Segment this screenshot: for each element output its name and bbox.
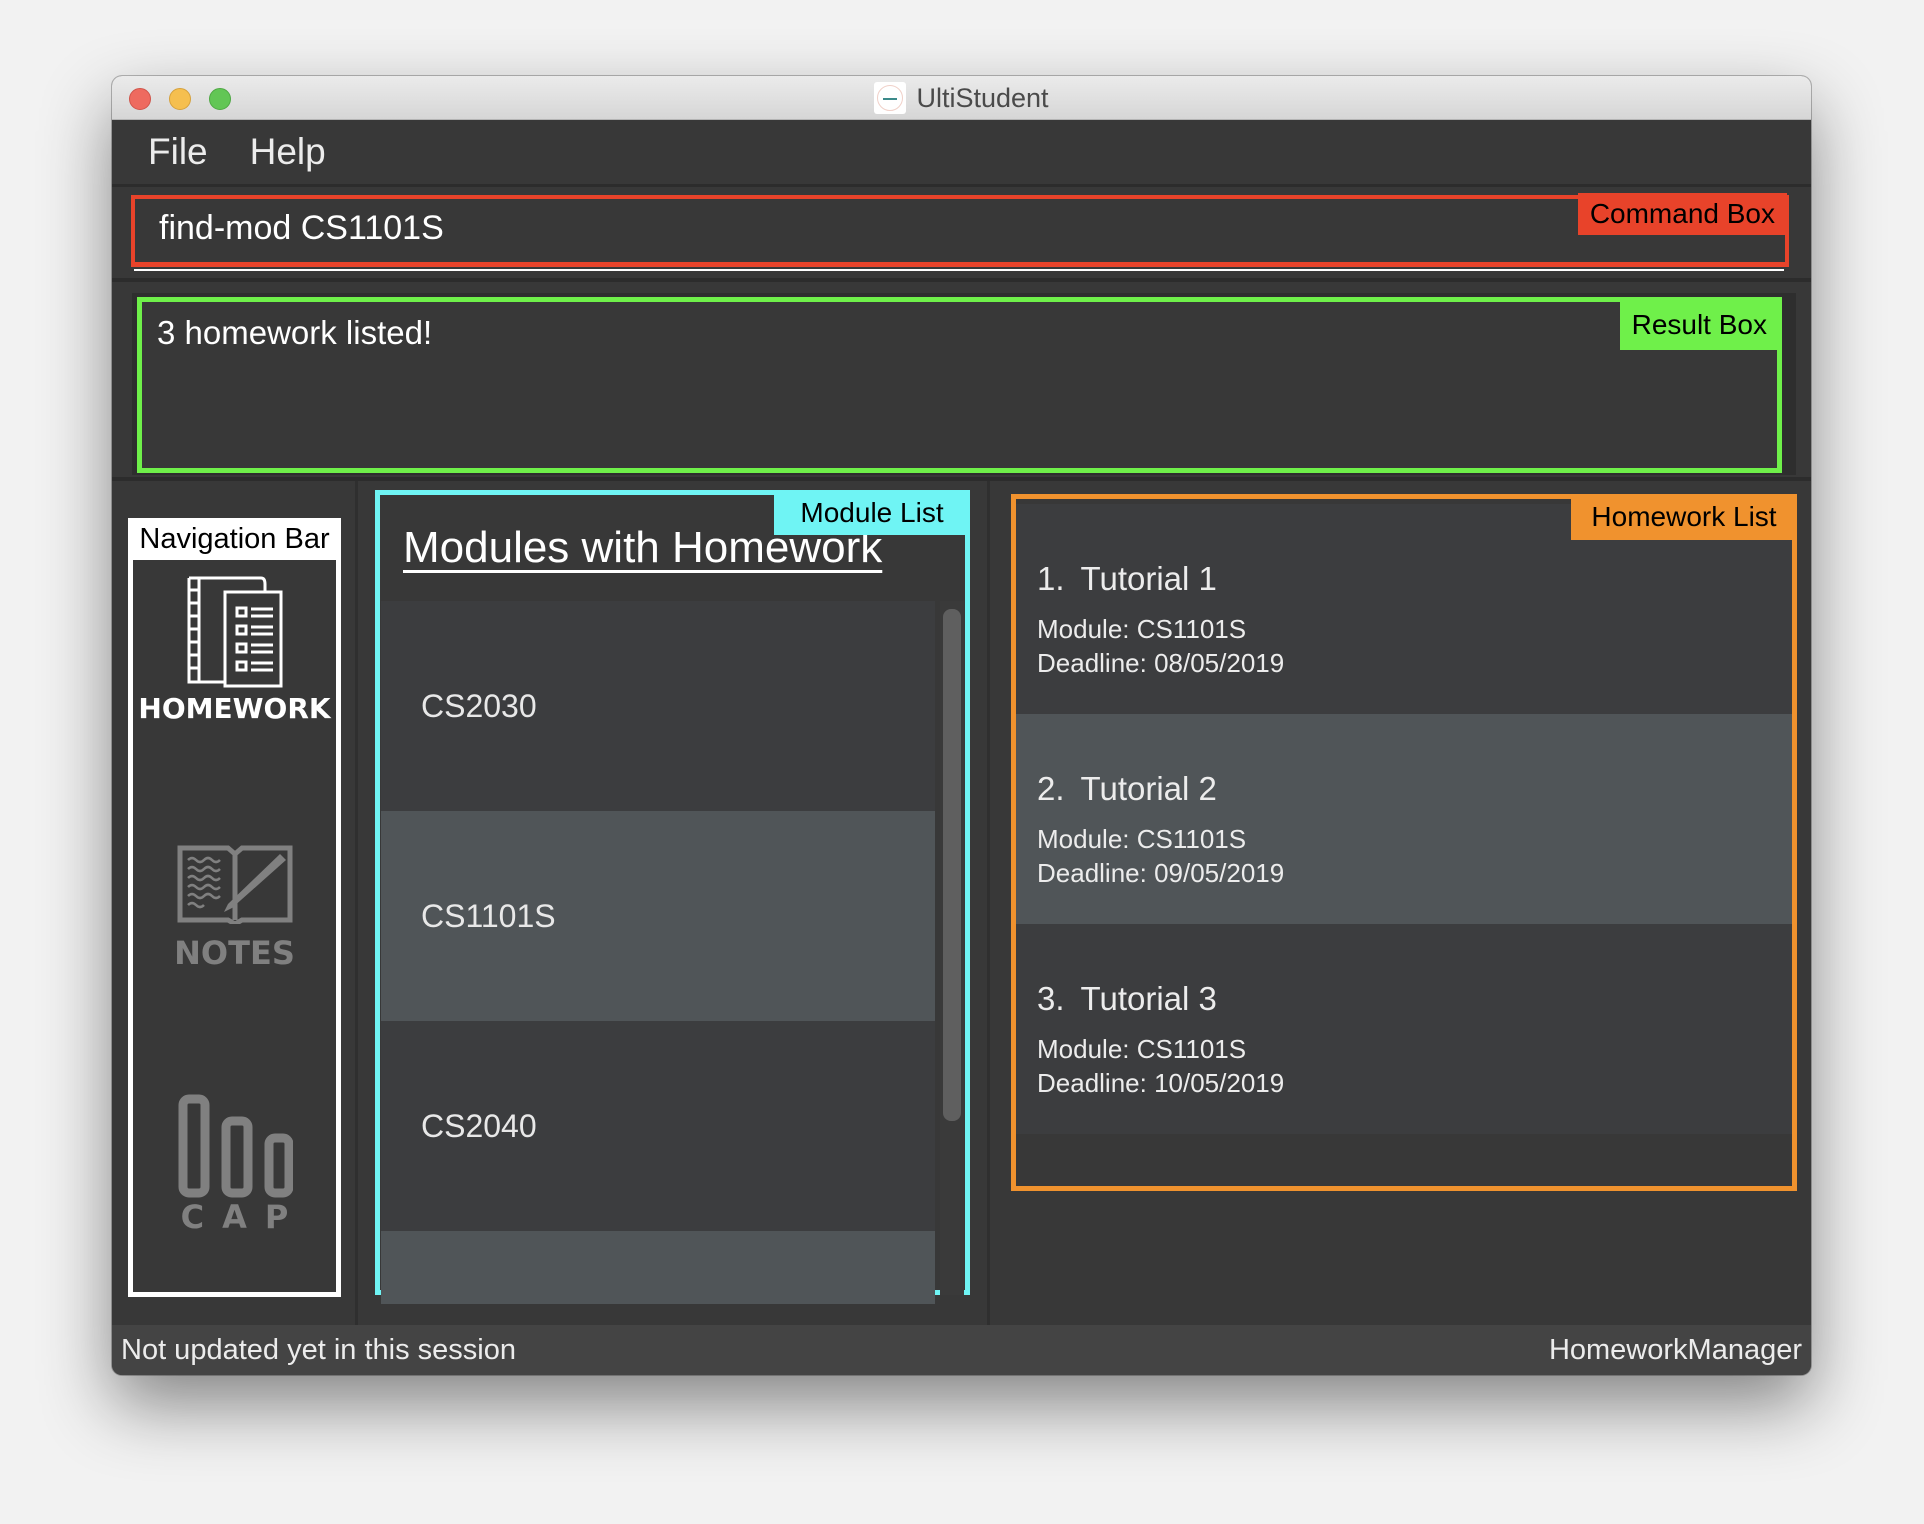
module-list: CS2030 CS1101S CS2040: [381, 601, 935, 1304]
app-logo-icon: [874, 82, 907, 114]
command-area: Command Box: [112, 187, 1811, 282]
homework-list-item[interactable]: 3. Tutorial 3 Module: CS1101S Deadline: 1…: [1016, 924, 1792, 1134]
result-text: 3 homework listed!: [157, 314, 433, 351]
panel-divider[interactable]: [355, 481, 358, 1325]
homework-title: 1. Tutorial 1: [1037, 560, 1217, 598]
panel-divider[interactable]: [987, 481, 990, 1325]
homework-checklist-icon: [187, 576, 282, 688]
homework-deadline: Deadline: 10/05/2019: [1037, 1068, 1285, 1098]
status-bar: Not updated yet in this session Homework…: [112, 1325, 1811, 1375]
nav-item-notes[interactable]: NOTES: [133, 840, 336, 972]
command-box-annotation: Command Box: [1577, 193, 1787, 235]
notebook-pen-icon: [177, 845, 292, 924]
bar-chart-icon: [178, 1094, 293, 1198]
module-list-annotation: Module List: [774, 490, 970, 535]
homework-module: Module: CS1101S: [1037, 824, 1247, 854]
nav-item-cap-label: CAP: [180, 1198, 307, 1236]
menu-file[interactable]: File: [148, 131, 208, 173]
command-input-underline: [134, 269, 1784, 271]
homework-title: 2. Tutorial 2: [1037, 770, 1217, 808]
module-list-item[interactable]: CS1101S: [381, 811, 935, 1021]
homework-list-panel: 1. Tutorial 1 Module: CS1101S Deadline: 0…: [1011, 494, 1797, 1191]
homework-name: Tutorial 3: [1080, 980, 1217, 1017]
nav-item-cap[interactable]: CAP: [133, 1094, 336, 1236]
result-box: 3 homework listed! Result Box: [137, 297, 1782, 473]
module-list-item[interactable]: CS2030: [381, 601, 935, 811]
module-list-scrollbar[interactable]: [940, 601, 964, 1295]
sync-status: Not updated yet in this session: [121, 1333, 516, 1366]
homework-title: 3. Tutorial 3: [1037, 980, 1217, 1018]
homework-module: Module: CS1101S: [1037, 1034, 1247, 1064]
nav-item-homework[interactable]: HOMEWORK: [133, 576, 336, 725]
title-bar: UltiStudent: [112, 76, 1811, 120]
homework-list-annotation: Homework List: [1571, 494, 1797, 540]
module-code: CS2040: [421, 1107, 537, 1144]
module-list-panel: Modules with Homework Module List CS2030…: [375, 490, 970, 1304]
navigation-bar: HOMEWORK NOTES CAP: [128, 560, 341, 1297]
homework-name: Tutorial 2: [1080, 770, 1217, 807]
main-content: Navigation Bar HOMEWORK NOTES CAP Module…: [112, 481, 1811, 1325]
module-code: CS1101S: [421, 897, 556, 934]
homework-name: Tutorial 1: [1080, 560, 1217, 597]
homework-module: Module: CS1101S: [1037, 614, 1247, 644]
homework-list-item[interactable]: 2. Tutorial 2 Module: CS1101S Deadline: 0…: [1016, 714, 1792, 924]
menu-help[interactable]: Help: [250, 131, 326, 173]
command-input[interactable]: [135, 199, 1785, 262]
homework-index: 1.: [1037, 560, 1065, 597]
menu-bar: File Help: [112, 120, 1811, 187]
homework-list: 1. Tutorial 1 Module: CS1101S Deadline: 0…: [1016, 504, 1792, 1186]
module-list-item[interactable]: [381, 1231, 935, 1304]
current-manager: HomeworkManager: [1548, 1333, 1802, 1366]
homework-index: 3.: [1037, 980, 1065, 1017]
nav-item-homework-label: HOMEWORK: [138, 692, 331, 725]
module-list-item[interactable]: CS2040: [381, 1021, 935, 1231]
homework-index: 2.: [1037, 770, 1065, 807]
command-box: Command Box: [131, 193, 1789, 267]
homework-deadline: Deadline: 09/05/2019: [1037, 858, 1285, 888]
result-area: 3 homework listed! Result Box: [112, 282, 1811, 481]
module-list-scroll-thumb[interactable]: [943, 609, 961, 1121]
window-title: UltiStudent: [916, 82, 1049, 113]
module-code: CS2030: [421, 687, 537, 724]
window-title-group: UltiStudent: [112, 76, 1811, 120]
nav-item-notes-label: NOTES: [174, 934, 295, 972]
homework-deadline: Deadline: 08/05/2019: [1037, 648, 1285, 678]
app-window: UltiStudent File Help Command Box 3 home…: [112, 76, 1811, 1375]
result-box-annotation: Result Box: [1619, 299, 1779, 350]
navigation-bar-annotation: Navigation Bar: [128, 518, 341, 560]
